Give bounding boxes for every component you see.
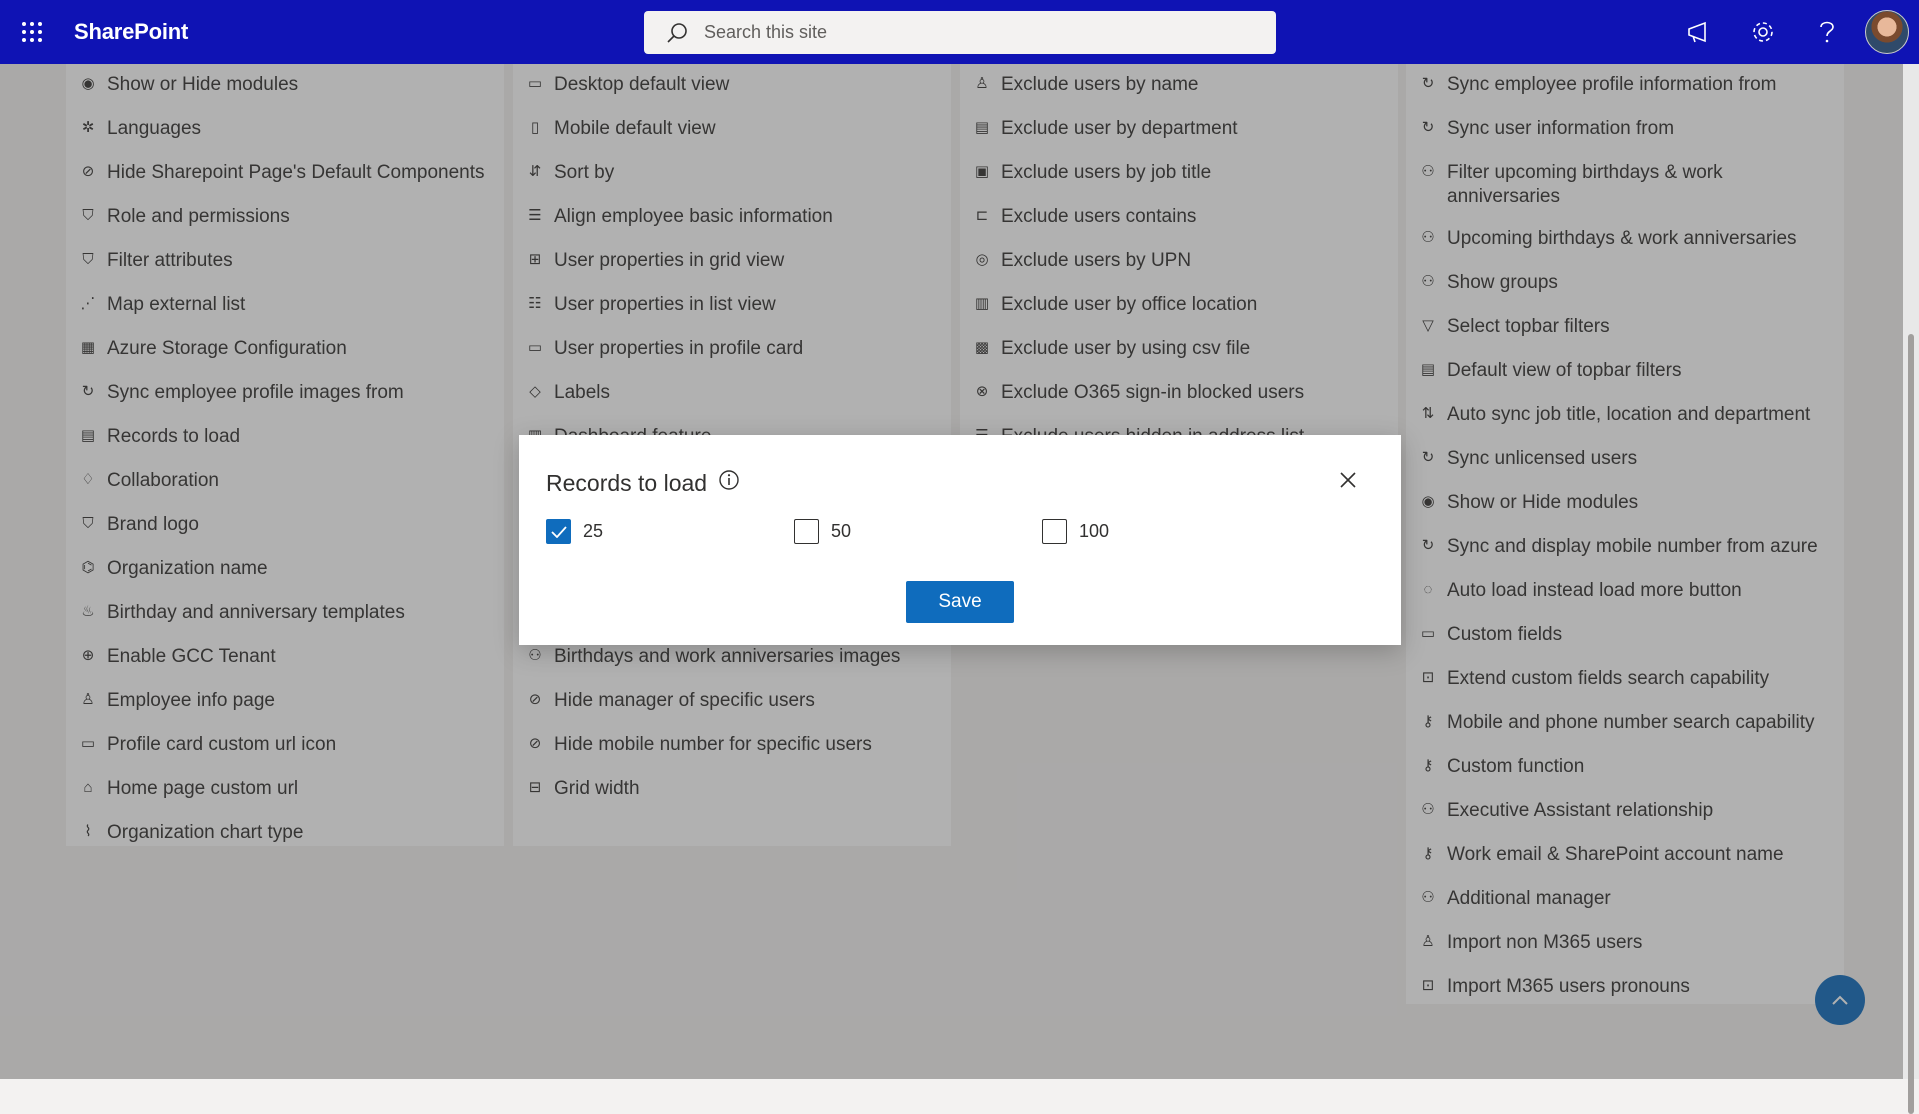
app-launcher-icon[interactable]: [0, 0, 64, 64]
suite-header: SharePoint: [0, 0, 1919, 64]
search-box[interactable]: [644, 11, 1276, 54]
megaphone-icon[interactable]: [1667, 0, 1731, 64]
help-icon[interactable]: [1795, 0, 1859, 64]
scrollbar-thumb[interactable]: [1908, 334, 1914, 1114]
option-100[interactable]: 100: [1042, 519, 1109, 544]
page-scrollbar[interactable]: [1903, 64, 1919, 1114]
checkmark-icon: [550, 525, 567, 538]
close-icon[interactable]: [1333, 465, 1363, 495]
info-icon[interactable]: [718, 469, 740, 497]
checkbox-100[interactable]: [1042, 519, 1067, 544]
search-icon: [667, 22, 687, 43]
option-label: 50: [831, 521, 852, 541]
app-name[interactable]: SharePoint: [74, 19, 188, 45]
dialog-title: Records to load: [546, 469, 708, 496]
search-input[interactable]: [702, 21, 1246, 44]
records-to-load-dialog: Records to load 25 50 100 Save: [519, 435, 1401, 645]
save-button[interactable]: Save: [906, 581, 1014, 623]
option-label: 25: [583, 521, 604, 541]
checkbox-25[interactable]: [546, 519, 571, 544]
option-50[interactable]: 50: [794, 519, 851, 544]
option-label: 100: [1079, 521, 1110, 541]
avatar[interactable]: [1865, 10, 1909, 54]
checkbox-50[interactable]: [794, 519, 819, 544]
option-25[interactable]: 25: [546, 519, 603, 544]
gear-icon[interactable]: [1731, 0, 1795, 64]
